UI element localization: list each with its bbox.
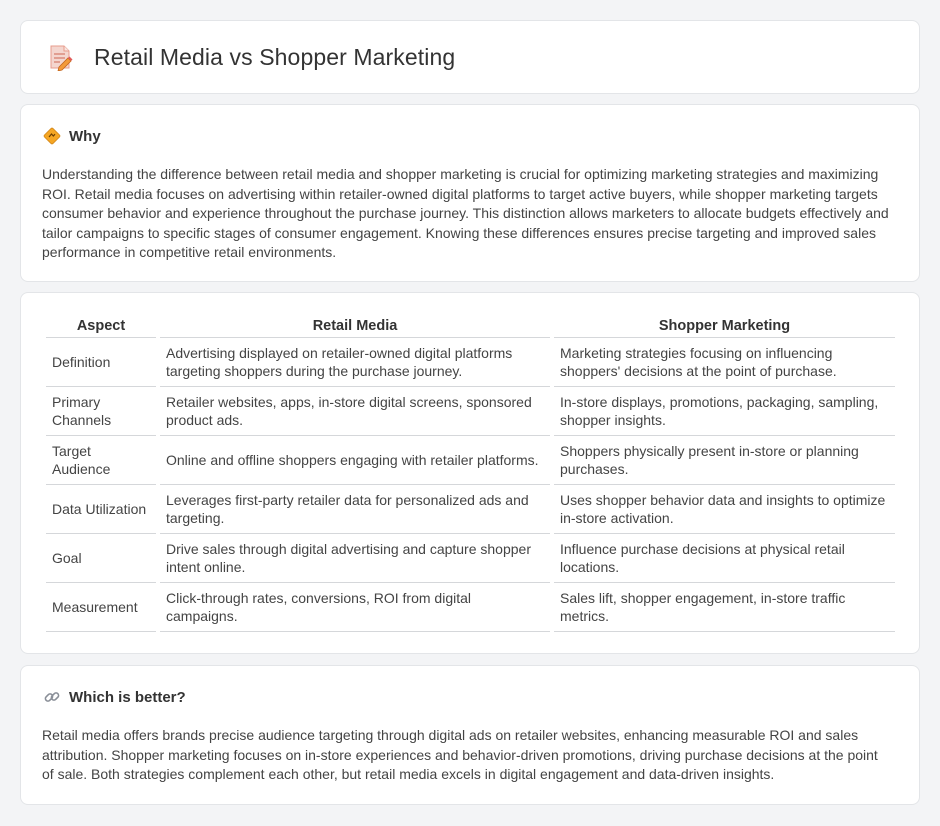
column-header-aspect: Aspect: [46, 313, 156, 338]
table-row: Data Utilization Leverages first-party r…: [46, 485, 895, 534]
shopper-marketing-cell: Shoppers physically present in-store or …: [554, 436, 895, 485]
diamond-sign-icon: [43, 127, 61, 145]
better-text: Retail media offers brands precise audie…: [42, 727, 878, 782]
aspect-cell: Primary Channels: [46, 387, 156, 436]
comparison-section: Aspect Retail Media Shopper Marketing De…: [20, 292, 920, 654]
table-header-row: Aspect Retail Media Shopper Marketing: [46, 313, 895, 338]
table-row: Goal Drive sales through digital adverti…: [46, 534, 895, 583]
link-icon: [44, 692, 60, 702]
retail-media-cell: Leverages first-party retailer data for …: [160, 485, 550, 534]
aspect-cell: Measurement: [46, 583, 156, 632]
table-row: Definition Advertising displayed on reta…: [46, 338, 895, 387]
table-row: Target Audience Online and offline shopp…: [46, 436, 895, 485]
column-header-shopper-marketing: Shopper Marketing: [554, 313, 895, 338]
comparison-table: Aspect Retail Media Shopper Marketing De…: [42, 313, 899, 632]
retail-media-cell: Online and offline shoppers engaging wit…: [160, 436, 550, 485]
column-header-retail-media: Retail Media: [160, 313, 550, 338]
retail-media-cell: Retailer websites, apps, in-store digita…: [160, 387, 550, 436]
why-heading: Why: [43, 127, 101, 145]
shopper-marketing-cell: Uses shopper behavior data and insights …: [554, 485, 895, 534]
retail-media-cell: Click-through rates, conversions, ROI fr…: [160, 583, 550, 632]
table-row: Measurement Click-through rates, convers…: [46, 583, 895, 632]
better-title: Which is better?: [69, 688, 186, 706]
aspect-cell: Target Audience: [46, 436, 156, 485]
better-heading: Which is better?: [43, 688, 186, 706]
aspect-cell: Goal: [46, 534, 156, 583]
shopper-marketing-cell: Marketing strategies focusing on influen…: [554, 338, 895, 387]
why-section: Why Understanding the difference between…: [20, 104, 920, 282]
shopper-marketing-cell: Influence purchase decisions at physical…: [554, 534, 895, 583]
retail-media-cell: Advertising displayed on retailer-owned …: [160, 338, 550, 387]
shopper-marketing-cell: Sales lift, shopper engagement, in-store…: [554, 583, 895, 632]
header-card: Retail Media vs Shopper Marketing: [20, 20, 920, 94]
why-text: Understanding the difference between ret…: [42, 166, 889, 260]
shopper-marketing-cell: In-store displays, promotions, packaging…: [554, 387, 895, 436]
retail-media-cell: Drive sales through digital advertising …: [160, 534, 550, 583]
aspect-cell: Definition: [46, 338, 156, 387]
title-row: Retail Media vs Shopper Marketing: [46, 43, 455, 71]
why-title: Why: [69, 127, 101, 145]
which-is-better-section: Which is better? Retail media offers bra…: [20, 665, 920, 805]
page-title: Retail Media vs Shopper Marketing: [94, 43, 456, 70]
document-pencil-icon: [50, 45, 73, 71]
aspect-cell: Data Utilization: [46, 485, 156, 534]
table-row: Primary Channels Retailer websites, apps…: [46, 387, 895, 436]
